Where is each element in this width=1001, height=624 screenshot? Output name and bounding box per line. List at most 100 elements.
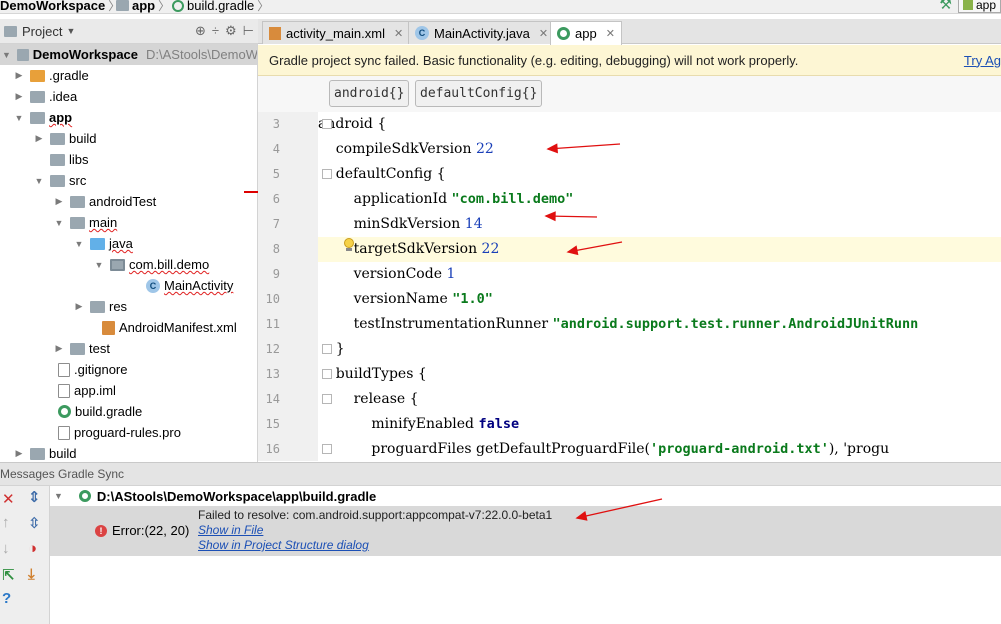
- editor-tabs: activity_main.xml ✕ C MainActivity.java …: [258, 19, 1001, 45]
- code-line[interactable]: release {: [318, 387, 1001, 412]
- close-icon[interactable]: ✕: [394, 27, 403, 40]
- fold-marker-icon[interactable]: [322, 169, 332, 179]
- try-again-link[interactable]: Try Ag: [964, 53, 1001, 68]
- collapse-all-icon[interactable]: ÷: [212, 23, 219, 39]
- tree-item-gitignore[interactable]: .gitignore: [0, 359, 257, 380]
- breadcrumb-android[interactable]: android{}: [329, 80, 410, 107]
- expand-arrow-icon[interactable]: ▼: [2, 50, 11, 60]
- file-icon: [58, 425, 70, 440]
- gradle-icon: [78, 490, 91, 502]
- code-line[interactable]: targetSdkVersion 22: [318, 237, 1001, 262]
- code-line[interactable]: buildTypes {: [318, 362, 1001, 387]
- tab-mainactivity-java[interactable]: C MainActivity.java ✕: [408, 21, 556, 44]
- tree-item-build-gradle[interactable]: build.gradle: [0, 401, 257, 422]
- collapse-arrow-icon[interactable]: ▶: [74, 301, 84, 312]
- fold-marker-icon[interactable]: [322, 344, 332, 354]
- code-line[interactable]: applicationId "com.bill.demo": [318, 187, 1001, 212]
- error-filter-icon[interactable]: ◑: [28, 540, 37, 557]
- tree-item-gradle-folder[interactable]: ▶ .gradle: [0, 65, 257, 86]
- tree-item-demoworkspace[interactable]: ▼ DemoWorkspace D:\AStools\DemoW: [0, 44, 258, 65]
- code-line[interactable]: minifyEnabled false: [318, 412, 1001, 437]
- tree-item-java[interactable]: ▼ java: [0, 233, 257, 254]
- tree-item-app-iml[interactable]: app.iml: [0, 380, 257, 401]
- fold-marker-icon[interactable]: [322, 444, 332, 454]
- expand-arrow-icon[interactable]: ▼: [54, 491, 63, 501]
- expand-all-icon[interactable]: ⇕: [28, 488, 41, 506]
- gear-icon[interactable]: ⚙: [225, 23, 237, 39]
- message-file-node[interactable]: ▼ D:\AStools\DemoWorkspace\app\build.gra…: [54, 486, 1001, 506]
- collapse-arrow-icon[interactable]: ▶: [14, 70, 24, 81]
- code-line[interactable]: minSdkVersion 14: [318, 212, 1001, 237]
- expand-arrow-icon[interactable]: ▼: [34, 176, 44, 186]
- tree-item-main[interactable]: ▼ main: [0, 212, 257, 233]
- show-in-file-link[interactable]: Show in File: [198, 523, 263, 537]
- tree-item-res[interactable]: ▶ res: [0, 296, 257, 317]
- nav-crumb-workspace[interactable]: DemoWorkspace 〉: [0, 0, 120, 13]
- sync-failed-banner: Gradle project sync failed. Basic functi…: [258, 45, 1001, 76]
- collapse-arrow-icon[interactable]: ▶: [14, 91, 24, 102]
- tree-item-src[interactable]: ▼ src: [0, 170, 257, 191]
- nav-crumb-app[interactable]: app 〉: [116, 0, 170, 13]
- tree-item-mainactivity[interactable]: C MainActivity: [0, 275, 257, 296]
- build-hammer-icon[interactable]: ⚒: [939, 0, 952, 13]
- collapse-arrow-icon[interactable]: ▶: [54, 343, 64, 354]
- nav-crumb-build-gradle[interactable]: build.gradle 〉: [172, 0, 269, 13]
- arrow-up-icon[interactable]: ↑: [2, 514, 10, 531]
- expand-arrow-icon[interactable]: ▼: [14, 113, 24, 123]
- fold-marker-icon[interactable]: [322, 119, 332, 129]
- fold-marker-icon[interactable]: [322, 394, 332, 404]
- tree-item-test[interactable]: ▶ test: [0, 338, 257, 359]
- collapse-arrow-icon[interactable]: ▶: [54, 196, 64, 207]
- collapse-all-icon[interactable]: ⇳: [28, 514, 41, 532]
- help-icon[interactable]: ?: [2, 590, 11, 607]
- line-number: 16: [265, 442, 280, 456]
- code-value: 14: [464, 216, 483, 232]
- tree-item-manifest[interactable]: AndroidManifest.xml: [0, 317, 257, 338]
- download-icon[interactable]: ⤓: [28, 566, 35, 583]
- collapse-arrow-icon[interactable]: ▶: [14, 448, 24, 459]
- code-line[interactable]: testInstrumentationRunner "android.suppo…: [318, 312, 1001, 337]
- tab-app-build-gradle[interactable]: app ✕: [550, 21, 622, 45]
- close-icon[interactable]: ✕: [539, 27, 548, 40]
- lightbulb-icon[interactable]: [343, 238, 355, 252]
- tree-item-idea[interactable]: ▶ .idea: [0, 86, 257, 107]
- close-icon[interactable]: ✕: [606, 27, 615, 40]
- tree-item-path: D:\AStools\DemoW: [146, 47, 258, 62]
- expand-arrow-icon[interactable]: ▼: [74, 239, 84, 249]
- hide-panel-icon[interactable]: ⊢: [243, 23, 254, 39]
- tree-item-label: build.gradle: [75, 404, 143, 419]
- code-line[interactable]: proguardFiles getDefaultProguardFile('pr…: [318, 437, 1001, 461]
- code-line[interactable]: versionName "1.0": [318, 287, 1001, 312]
- code-text: defaultConfig {: [318, 166, 446, 182]
- collapse-arrow-icon[interactable]: ▶: [34, 133, 44, 144]
- tree-item-label: .gradle: [49, 68, 89, 83]
- code-line[interactable]: compileSdkVersion 22: [318, 137, 1001, 162]
- tree-item-libs[interactable]: libs: [0, 149, 257, 170]
- dropdown-arrow-icon[interactable]: ▼: [66, 26, 75, 36]
- code-line[interactable]: defaultConfig {: [318, 162, 1001, 187]
- breadcrumb-defaultconfig[interactable]: defaultConfig{}: [415, 80, 543, 107]
- code-line[interactable]: android {: [318, 112, 1001, 137]
- locate-icon[interactable]: ⊕: [195, 23, 206, 39]
- project-view-label[interactable]: Project: [22, 24, 62, 39]
- tree-item-proguard[interactable]: proguard-rules.pro: [0, 422, 257, 443]
- show-in-project-structure-link[interactable]: Show in Project Structure dialog: [198, 538, 369, 552]
- error-message-row[interactable]: ! Error:(22, 20) Failed to resolve: com.…: [50, 506, 1001, 556]
- code-editor[interactable]: android { compileSdkVersion 22 defaultCo…: [318, 112, 1001, 461]
- tree-item-root-build[interactable]: ▶ build: [0, 443, 257, 462]
- expand-arrow-icon[interactable]: ▼: [94, 260, 104, 270]
- folder-icon: [70, 342, 85, 355]
- fold-marker-icon[interactable]: [322, 369, 332, 379]
- tree-item-androidtest[interactable]: ▶ androidTest: [0, 191, 257, 212]
- run-config-select[interactable]: app: [957, 0, 1001, 13]
- close-icon[interactable]: ✕: [2, 490, 15, 508]
- tree-item-app[interactable]: ▼ app: [0, 107, 257, 128]
- tab-activity-main-xml[interactable]: activity_main.xml ✕: [262, 21, 411, 44]
- tree-item-build[interactable]: ▶ build: [0, 128, 257, 149]
- expand-arrow-icon[interactable]: ▼: [54, 218, 64, 228]
- arrow-down-icon[interactable]: ↓: [2, 540, 10, 557]
- tree-item-package[interactable]: ▼ com.bill.demo: [0, 254, 257, 275]
- code-line[interactable]: versionCode 1: [318, 262, 1001, 287]
- export-icon[interactable]: ⇱: [2, 566, 15, 584]
- code-line[interactable]: }: [318, 337, 1001, 362]
